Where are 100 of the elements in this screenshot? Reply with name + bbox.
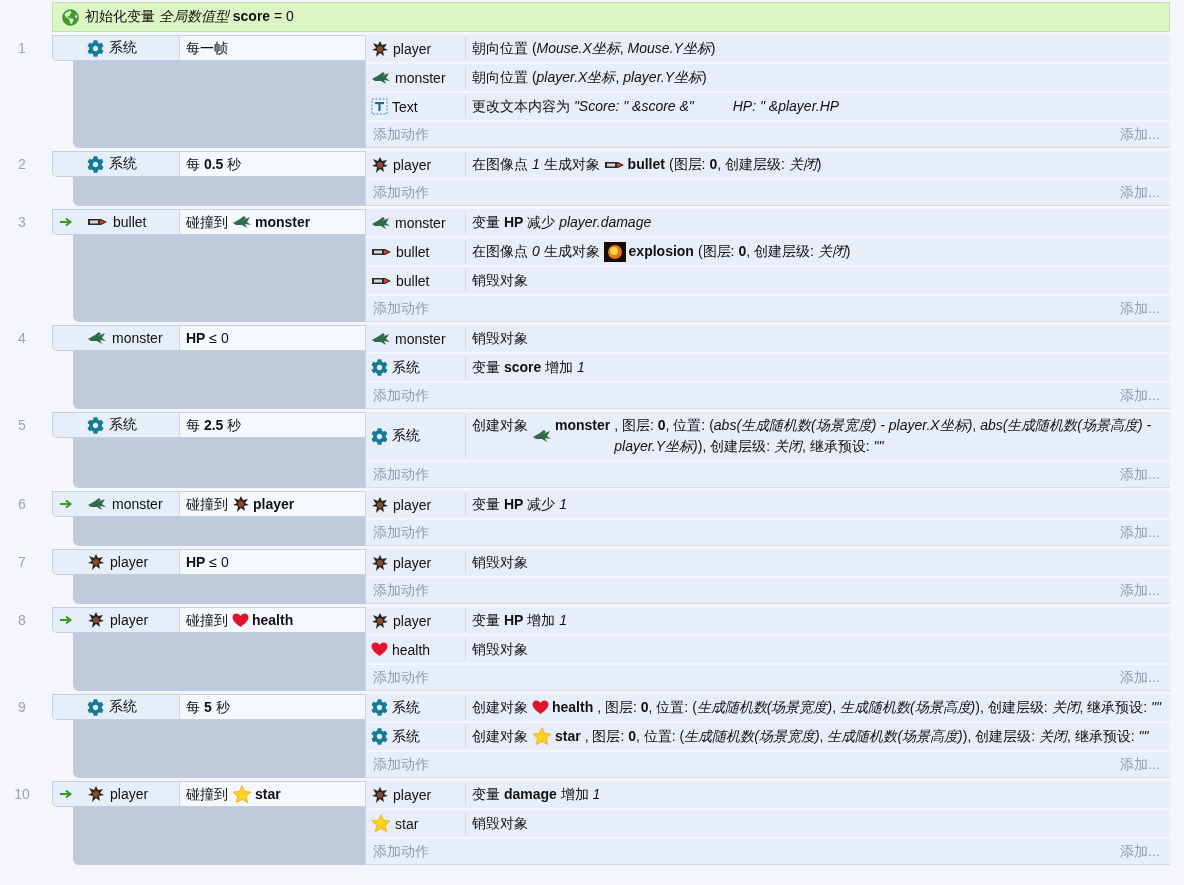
action-text: 变量 HP 减少 1 — [472, 495, 568, 514]
action-text: 销毁对象 — [472, 640, 529, 659]
object-name: 系统 — [392, 358, 420, 377]
object-name: player — [393, 496, 432, 513]
event-number: 3 — [18, 214, 26, 232]
trigger-arrow-icon — [59, 615, 73, 625]
condition-row[interactable]: player 碰撞到 star — [52, 781, 365, 807]
claw-sprite-icon — [371, 215, 391, 230]
object-name: player — [393, 612, 432, 629]
action-row[interactable]: player 变量 HP 减少 1 — [366, 491, 1170, 518]
spiky-sprite-icon — [371, 553, 389, 572]
action-row[interactable]: player 变量 HP 增加 1 — [366, 607, 1170, 634]
condition-row[interactable]: player HP ≤ 0 — [52, 549, 365, 575]
spiky-sprite-icon — [87, 785, 105, 803]
action-row[interactable]: monster 变量 HP 减少 player.damage — [366, 209, 1170, 236]
object-name: star — [255, 784, 281, 804]
action-text: 变量 HP 减少 player.damage — [472, 213, 653, 232]
condition-text: 碰撞到 — [186, 610, 228, 630]
action-text: 销毁对象 — [472, 271, 529, 290]
condition-row[interactable]: bullet 碰撞到 monster — [52, 209, 365, 235]
condition-text: HP ≤ 0 — [186, 552, 230, 572]
event-number: 8 — [18, 612, 26, 630]
action-text: (图层: 0, 创建层级: 关闭) — [668, 155, 823, 174]
action-row[interactable]: health 销毁对象 — [366, 636, 1170, 663]
action-row[interactable]: 系统 创建对象 monster , 图层: 0, 位置: (abs(生成随机数(场景宽度) - player.X坐标), abs(生成随机数(场景高度) - player.Y坐标)), 创建层级: 关闭, 继承预设: "" — [366, 412, 1170, 460]
object-name: monster — [395, 330, 446, 347]
action-row[interactable]: 系统 变量 score 增加 1 — [366, 354, 1170, 381]
condition-text: HP ≤ 0 — [186, 328, 230, 348]
object-name: monster — [555, 416, 611, 435]
event-number: 1 — [18, 40, 26, 58]
action-row[interactable]: monster 销毁对象 — [366, 325, 1170, 352]
condition-row[interactable]: 系统 每一帧 — [52, 35, 365, 61]
object-name: health — [552, 698, 594, 717]
action-text: 销毁对象 — [472, 553, 529, 572]
bullet-icon — [371, 246, 392, 257]
object-name: 系统 — [392, 427, 420, 445]
condition-row[interactable]: monster 碰撞到 player — [52, 491, 365, 517]
action-text: 变量 HP 增加 1 — [472, 611, 568, 630]
claw-sprite-icon — [371, 70, 391, 85]
object-name: monster — [255, 212, 311, 232]
event-number: 4 — [18, 330, 26, 348]
action-row[interactable]: bullet 在图像点 0 生成对象 explosion (图层: 0, 创建层级: 关闭) — [366, 238, 1170, 265]
action-row[interactable]: 系统 创建对象 star , 图层: 0, 位置: (生成随机数(场景宽度), 生成随机数(场景高度)), 创建层级: 关闭, 继承预设: "" — [366, 723, 1170, 750]
bullet-icon — [371, 275, 392, 286]
claw-sprite-icon — [87, 497, 107, 511]
action-row[interactable]: Text 更改文本内容为 "Score: " &score &" HP: " &player.HP — [366, 93, 1170, 120]
action-row[interactable]: bullet 销毁对象 — [366, 267, 1170, 294]
action-text: 创建对象 — [472, 698, 528, 717]
condition-row[interactable]: 系统 每 2.5 秒 — [52, 412, 365, 438]
action-row[interactable]: player 销毁对象 — [366, 549, 1170, 576]
condition-row[interactable]: monster HP ≤ 0 — [52, 325, 365, 351]
condition-text: 每 2.5 秒 — [186, 415, 243, 435]
object-name: star — [395, 815, 419, 832]
gear-icon — [371, 699, 388, 716]
action-row[interactable]: player 朝向位置 (Mouse.X坐标, Mouse.Y坐标) — [366, 35, 1170, 62]
condition-row[interactable]: 系统 每 0.5 秒 — [52, 151, 365, 177]
event-number: 7 — [18, 554, 26, 572]
action-text: 在图像点 1 生成对象 — [472, 155, 600, 174]
gear-icon — [87, 416, 104, 434]
action-text: 变量 score 增加 1 — [472, 358, 586, 377]
object-name: player — [393, 40, 432, 57]
globe-icon — [62, 8, 79, 26]
condition-text: 碰撞到 — [186, 784, 228, 804]
claw-sprite-icon — [532, 429, 552, 443]
object-name: player — [253, 494, 295, 514]
object-name: 系统 — [392, 727, 420, 746]
object-name: player — [110, 612, 149, 628]
action-text: 更改文本内容为 "Score: " &score &" HP: " &player.HP — [472, 97, 841, 116]
bullet-icon — [87, 217, 108, 227]
bullet-icon — [603, 159, 625, 170]
condition-row[interactable]: player 碰撞到 health — [52, 607, 365, 633]
object-name: player — [110, 786, 149, 802]
condition-row[interactable]: 系统 每 5 秒 — [52, 694, 365, 720]
gear-icon — [371, 728, 388, 745]
condition-text: 每 0.5 秒 — [186, 154, 243, 174]
action-row[interactable]: player 变量 damage 增加 1 — [366, 781, 1170, 808]
action-row[interactable]: player 在图像点 1 生成对象 bullet (图层: 0, 创建层级: 关闭) — [366, 151, 1170, 178]
star-icon — [371, 814, 391, 833]
action-text: 销毁对象 — [472, 814, 529, 833]
gear-icon — [87, 39, 104, 57]
spiky-sprite-icon — [371, 155, 389, 174]
object-name: health — [392, 641, 431, 658]
action-row[interactable]: star 销毁对象 — [366, 810, 1170, 837]
object-name: health — [252, 610, 294, 630]
gear-icon — [371, 359, 388, 376]
object-name: 系统 — [392, 698, 420, 717]
object-name: monster — [112, 330, 163, 346]
heart-icon — [532, 700, 549, 715]
action-row[interactable]: 系统 创建对象 health , 图层: 0, 位置: (生成随机数(场景宽度), 生成随机数(场景高度)), 创建层级: 关闭, 继承预设: "" — [366, 694, 1170, 721]
condition-text: 碰撞到 — [186, 494, 228, 514]
action-text: 朝向位置 (Mouse.X坐标, Mouse.Y坐标) — [472, 39, 717, 58]
action-text: 朝向位置 (player.X坐标, player.Y坐标) — [472, 68, 708, 87]
spiky-sprite-icon — [87, 553, 105, 571]
object-name: bullet — [113, 214, 147, 230]
spiky-sprite-icon — [371, 39, 389, 58]
spiky-sprite-icon — [371, 495, 389, 514]
event-number: 9 — [18, 699, 26, 717]
action-row[interactable]: monster 朝向位置 (player.X坐标, player.Y坐标) — [366, 64, 1170, 91]
global-variable-bar[interactable]: 初始化变量 全局数值型 score = 0 — [52, 2, 1170, 32]
claw-sprite-icon — [371, 331, 391, 346]
